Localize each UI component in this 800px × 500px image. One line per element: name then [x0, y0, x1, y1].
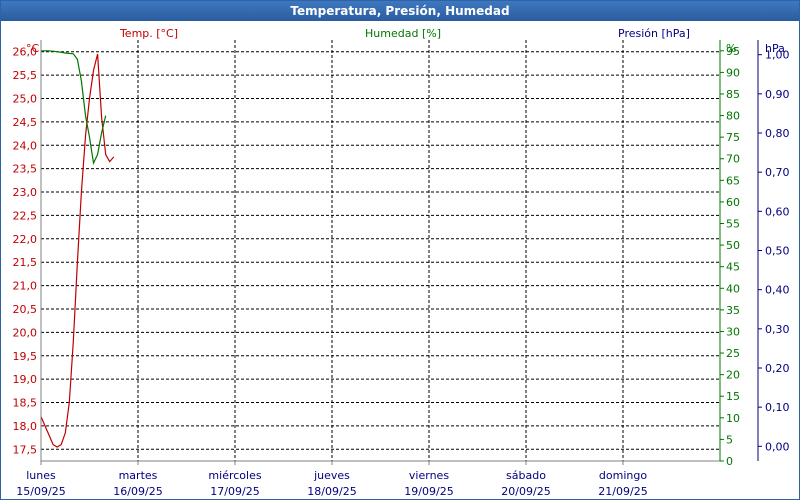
humidity-tick-label: 85: [726, 88, 740, 101]
humidity-tick-label: 75: [726, 131, 740, 144]
humidity-tick-label: 60: [726, 196, 740, 209]
temp-axis-label: Temp. [°C]: [119, 27, 178, 40]
temp-tick-label: 22,5: [13, 209, 38, 222]
pressure-axis-unit: hPa: [765, 42, 785, 55]
humidity-tick-label: 80: [726, 110, 740, 123]
humidity-tick-label: 30: [726, 325, 740, 338]
x-date-label: 17/09/25: [210, 485, 259, 498]
humidity-tick-label: 40: [726, 282, 740, 295]
temp-tick-label: 24,5: [13, 116, 38, 129]
humidity-axis-unit: %: [726, 42, 736, 55]
temp-tick-label: 19,0: [13, 373, 38, 386]
pressure-tick-label: 0,40: [765, 284, 790, 297]
temp-tick-label: 21,0: [13, 280, 38, 293]
temp-tick-label: 25,5: [13, 69, 38, 82]
humidity-series-line: [41, 50, 107, 166]
humidity-tick-label: 10: [726, 412, 740, 425]
temp-tick-label: 19,5: [13, 350, 38, 363]
temp-tick-label: 18,5: [13, 397, 38, 410]
x-day-label: sábado: [506, 469, 546, 482]
temp-tick-label: 21,5: [13, 256, 38, 269]
temp-tick-label: 18,0: [13, 420, 38, 433]
humidity-tick-label: 20: [726, 369, 740, 382]
x-day-label: viernes: [409, 469, 449, 482]
pressure-tick-label: 0,10: [765, 401, 790, 414]
humidity-tick-label: 0: [726, 455, 733, 468]
humidity-axis-label: Humedad [%]: [365, 27, 441, 40]
x-day-label: jueves: [313, 469, 350, 482]
x-date-label: 21/09/25: [598, 485, 647, 498]
humidity-tick-label: 50: [726, 239, 740, 252]
x-date-label: 18/09/25: [307, 485, 356, 498]
pressure-tick-label: 0,60: [765, 205, 790, 218]
x-day-label: miércoles: [208, 469, 261, 482]
humidity-tick-label: 55: [726, 218, 740, 231]
temp-tick-label: 24,0: [13, 139, 38, 152]
x-date-label: 16/09/25: [113, 485, 162, 498]
temp-tick-label: 23,5: [13, 163, 38, 176]
temp-tick-label: 25,0: [13, 92, 38, 105]
humidity-tick-label: 90: [726, 66, 740, 79]
x-day-label: lunes: [26, 469, 56, 482]
temp-tick-label: 23,0: [13, 186, 38, 199]
temp-axis-unit: °C: [26, 42, 40, 55]
temp-tick-label: 20,5: [13, 303, 38, 316]
pressure-tick-label: 0,30: [765, 323, 790, 336]
pressure-tick-label: 0,90: [765, 88, 790, 101]
humidity-tick-label: 25: [726, 347, 740, 360]
humidity-tick-label: 15: [726, 390, 740, 403]
temp-series-line: [40, 53, 115, 448]
pressure-tick-label: 0,50: [765, 245, 790, 258]
x-date-label: 20/09/25: [501, 485, 550, 498]
humidity-tick-label: 70: [726, 153, 740, 166]
humidity-tick-label: 35: [726, 304, 740, 317]
pressure-axis-label: Presión [hPa]: [618, 27, 690, 40]
x-date-label: 15/09/25: [16, 485, 65, 498]
pressure-tick-label: 0,70: [765, 166, 790, 179]
x-day-label: domingo: [599, 469, 647, 482]
humidity-tick-label: 45: [726, 261, 740, 274]
temp-tick-label: 20,0: [13, 326, 38, 339]
humidity-tick-label: 5: [726, 433, 733, 446]
chart-window: Temperatura, Presión, Humedad 17,5 18,0 18…: [0, 0, 800, 500]
chart-plot: 17,5 18,0 18,5 19,0 19,5 20,0 20,5 21,0 21,5 22,0…: [13, 27, 790, 498]
pressure-tick-label: 0,20: [765, 362, 790, 375]
humidity-tick-label: 65: [726, 174, 740, 187]
x-date-label: 19/09/25: [404, 485, 453, 498]
pressure-tick-label: 0,00: [765, 440, 790, 453]
temp-tick-label: 17,5: [13, 443, 38, 456]
temp-tick-label: 22,0: [13, 233, 38, 246]
x-day-label: martes: [119, 469, 158, 482]
pressure-tick-label: 0,80: [765, 127, 790, 140]
